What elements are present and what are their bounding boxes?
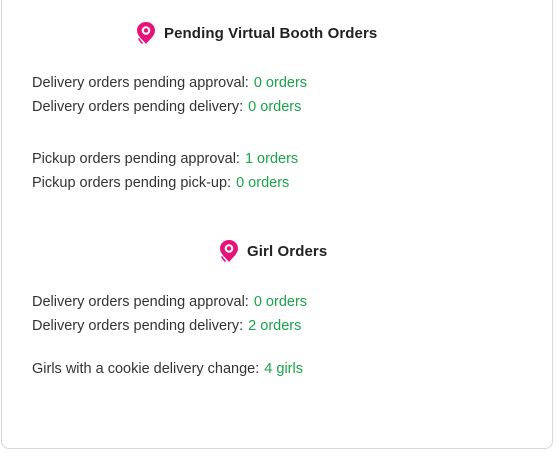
map-pin-icon <box>217 238 241 264</box>
row-value-link[interactable]: 2 orders <box>248 318 301 334</box>
list-item: Pickup orders pending approval: 1 orders <box>32 150 298 168</box>
row-label: Pickup orders pending approval: <box>32 151 240 167</box>
list-item: Girls with a cookie delivery change: 4 gi… <box>32 360 303 378</box>
section-title-text: Girl Orders <box>247 242 328 260</box>
row-value-link[interactable]: 0 orders <box>254 294 307 310</box>
list-item: Delivery orders pending delivery: 0 order… <box>32 98 301 116</box>
list-item: Pickup orders pending pick-up: 0 orders <box>32 174 289 192</box>
girl-orders-title: Girl Orders <box>217 238 327 264</box>
virtual-booth-title: Pending Virtual Booth Orders <box>134 20 377 46</box>
row-label: Delivery orders pending approval: <box>32 75 249 91</box>
row-label: Delivery orders pending approval: <box>32 294 249 310</box>
list-item: Delivery orders pending approval: 0 order… <box>32 293 307 311</box>
row-value-link[interactable]: 0 orders <box>236 175 289 191</box>
section-title-text: Pending Virtual Booth Orders <box>164 24 378 42</box>
list-item: Delivery orders pending approval: 0 order… <box>32 74 307 92</box>
row-value-link[interactable]: 0 orders <box>254 75 307 91</box>
list-item: Delivery orders pending delivery: 2 order… <box>32 317 301 335</box>
row-value-link[interactable]: 4 girls <box>264 361 303 377</box>
row-value-link[interactable]: 0 orders <box>248 99 301 115</box>
row-label: Pickup orders pending pick-up: <box>32 175 232 191</box>
pending-orders-card: Pending Virtual Booth Orders Delivery or… <box>1 0 553 449</box>
row-label: Girls with a cookie delivery change: <box>32 361 260 377</box>
row-value-link[interactable]: 1 orders <box>245 151 298 167</box>
row-label: Delivery orders pending delivery: <box>32 318 244 334</box>
map-pin-icon <box>134 20 158 46</box>
row-label: Delivery orders pending delivery: <box>32 99 244 115</box>
